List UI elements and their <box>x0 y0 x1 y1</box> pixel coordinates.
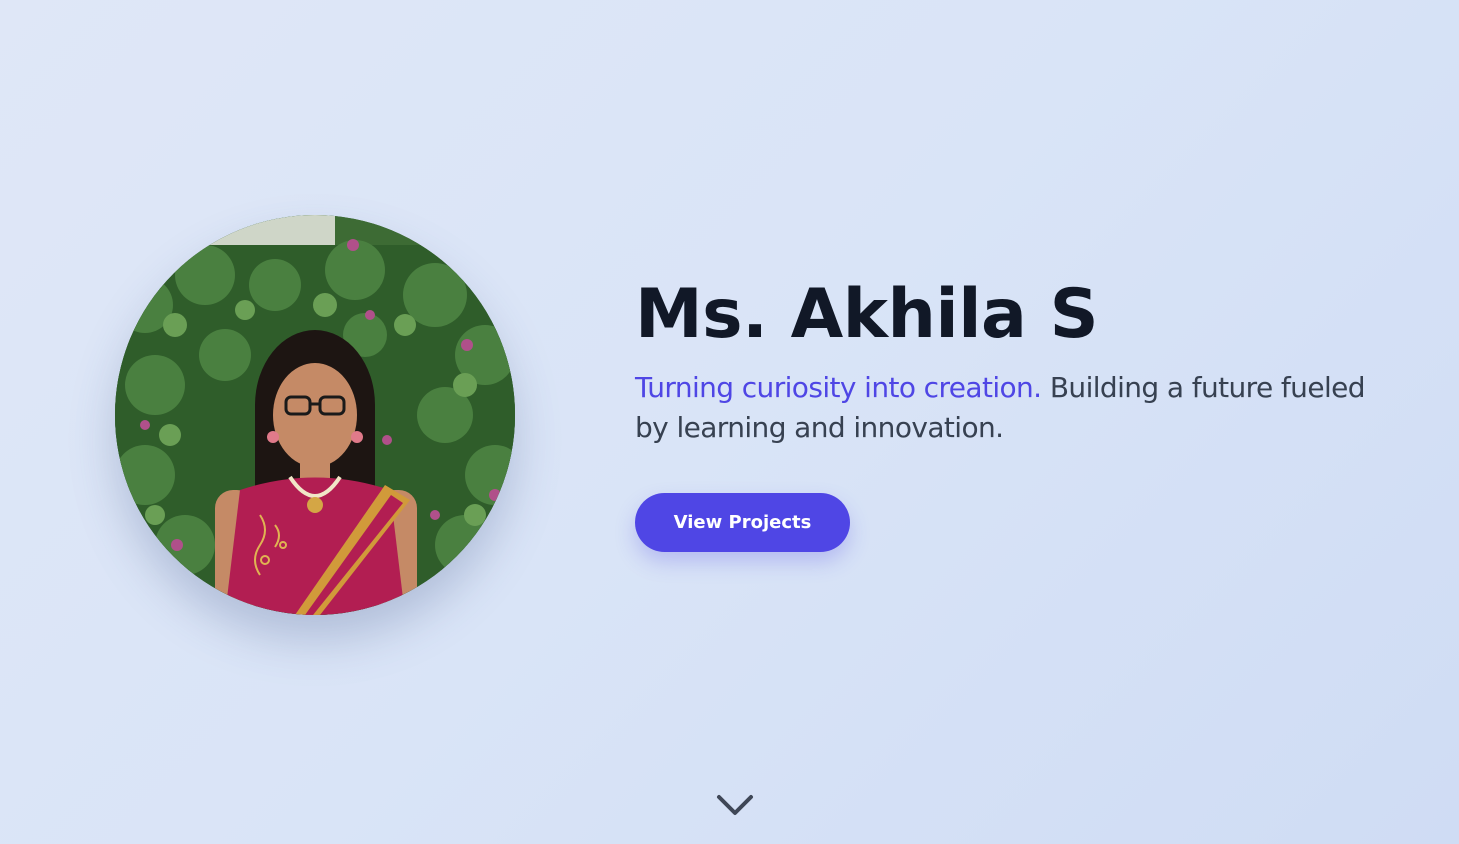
tagline: Turning curiosity into creation. Buildin… <box>635 368 1375 448</box>
hero-text: Ms. Akhila S Turning curiosity into crea… <box>635 270 1375 448</box>
page-title: Ms. Akhila S <box>635 275 1099 354</box>
view-projects-button[interactable]: View Projects <box>635 493 850 552</box>
profile-photo <box>115 215 515 615</box>
tagline-accent: Turning curiosity into creation. <box>635 371 1042 404</box>
chevron-down-icon[interactable] <box>716 793 754 819</box>
hero-section: Ms. Akhila S Turning curiosity into crea… <box>0 0 1459 844</box>
